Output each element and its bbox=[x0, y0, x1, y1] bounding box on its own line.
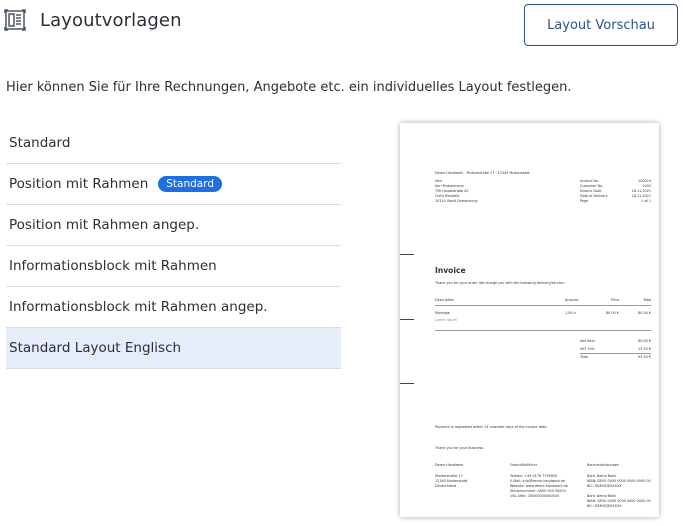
recipient-line: Karl Mustermann bbox=[435, 184, 464, 188]
footer-line: IBAN: DE00 0000 0000 0000 0000 00 bbox=[587, 499, 651, 503]
footer-line: BIC: DEMODEXXXXX bbox=[587, 504, 622, 508]
page-header: Layoutvorlagen bbox=[4, 6, 182, 34]
thanks-text: Thank you for your business. bbox=[435, 446, 485, 450]
footer-line: IBAN: DE00 0000 0000 0000 0000 00 bbox=[587, 479, 651, 483]
sum-divider bbox=[580, 353, 651, 354]
info-label: Page bbox=[580, 199, 589, 203]
template-label: Standard bbox=[9, 135, 71, 151]
footer-line: Website: www.demo-handwerk.de bbox=[510, 484, 568, 488]
sum-value: 80,00 € bbox=[638, 339, 651, 343]
page-title: Layoutvorlagen bbox=[40, 9, 182, 31]
footer-line: Musterstraße 17 bbox=[435, 474, 463, 478]
template-label: Position mit Rahmen angep. bbox=[9, 217, 200, 233]
sum-label: Total bbox=[580, 355, 588, 359]
sum-label: Net total bbox=[580, 339, 595, 343]
payment-terms: Payment is requested within 14 calendar … bbox=[435, 425, 548, 429]
fold-mark bbox=[400, 383, 414, 384]
fold-mark bbox=[400, 254, 414, 255]
info-value: 1 of 1 bbox=[641, 199, 651, 203]
info-label: Invoice No. bbox=[580, 179, 599, 183]
sum-value: 95,20 € bbox=[638, 355, 651, 359]
template-item-informationsblock-mit-rahmen-angep[interactable]: Informationsblock mit Rahmen angep. bbox=[6, 287, 341, 328]
preview-page: Demo Handwerk · Musterstraße 17 · 12345 … bbox=[400, 123, 659, 517]
template-item-informationsblock-mit-rahmen[interactable]: Informationsblock mit Rahmen bbox=[6, 246, 341, 287]
page-description: Hier können Sie für Ihre Rechnungen, Ang… bbox=[6, 80, 572, 95]
info-label: Customer No. bbox=[580, 184, 604, 188]
recipient-line: TMI Hauptstraße 40 bbox=[435, 189, 469, 193]
table-cell-sub: Lorem ipsum bbox=[435, 318, 458, 322]
column-header: Amount bbox=[565, 298, 579, 302]
template-item-position-mit-rahmen-angep[interactable]: Position mit Rahmen angep. bbox=[6, 205, 341, 246]
column-header: Description bbox=[435, 298, 455, 302]
footer-line: 12345 Musterstadt bbox=[435, 479, 468, 483]
table-divider bbox=[435, 330, 651, 331]
info-value: 1002 bbox=[642, 184, 651, 188]
sender-line: Demo Handwerk · Musterstraße 17 · 12345 … bbox=[435, 171, 530, 175]
sum-value: 15,20 € bbox=[638, 347, 651, 351]
footer-line: Deutschland bbox=[435, 484, 457, 488]
fold-mark bbox=[400, 319, 414, 320]
footer-line: Telefon: +49 0176 7799000 bbox=[510, 474, 558, 478]
footer-line: Steuernummer: 0000 000 00000 bbox=[510, 489, 566, 493]
template-label: Standard Layout Englisch bbox=[9, 340, 182, 356]
footer-line: Bankverbindungen bbox=[587, 463, 620, 467]
footer-line: BIC: DEMODEXXXXX bbox=[587, 484, 622, 488]
template-item-standard[interactable]: Standard bbox=[6, 123, 341, 164]
footer-line: USt.-IdNr.: DE000000000000 bbox=[510, 494, 559, 498]
info-label: Date of Delivery bbox=[580, 194, 608, 198]
template-item-position-mit-rahmen[interactable]: Position mit Rahmen Standard bbox=[6, 164, 341, 205]
recipient-line: Cleta Mandela bbox=[435, 194, 460, 198]
layout-preview-button[interactable]: Layout Vorschau bbox=[524, 4, 678, 46]
info-label: Invoice Date bbox=[580, 189, 602, 193]
info-value: 18.11.2021 bbox=[631, 189, 651, 193]
table-cell: 80,00 € bbox=[606, 311, 619, 315]
table-divider bbox=[435, 305, 651, 306]
invoice-title: Invoice bbox=[435, 266, 466, 275]
footer-line: Demo Handwerk bbox=[435, 463, 464, 467]
column-header: Total bbox=[643, 298, 651, 302]
table-cell: Montage bbox=[435, 311, 450, 315]
layout-template-icon bbox=[4, 9, 26, 31]
column-header: Price bbox=[611, 298, 620, 302]
table-cell: 80,00 € bbox=[638, 311, 651, 315]
template-item-standard-layout-englisch[interactable]: Standard Layout Englisch bbox=[6, 328, 341, 369]
footer-line: Bank Demo Bank bbox=[587, 474, 617, 478]
footer-line: Bank Demo Bank bbox=[587, 494, 617, 498]
info-value: 100024 bbox=[638, 179, 651, 183]
layout-preview: Demo Handwerk · Musterstraße 17 · 12345 … bbox=[400, 123, 659, 517]
table-cell: 1,00 h bbox=[565, 311, 576, 315]
template-list: Standard Position mit Rahmen Standard Po… bbox=[6, 123, 341, 369]
footer-line: Geschäftsführer bbox=[510, 463, 538, 467]
recipient-line: 10114 Stadt Gemachung bbox=[435, 199, 478, 203]
template-label: Position mit Rahmen bbox=[9, 176, 149, 192]
footer-line: E-Mail: info@demo-handwerk.de bbox=[510, 479, 566, 483]
template-label: Informationsblock mit Rahmen angep. bbox=[9, 299, 268, 315]
recipient-line: Herr bbox=[435, 179, 443, 183]
invoice-intro: Thank you for your order. We charge you … bbox=[435, 281, 565, 285]
template-label: Informationsblock mit Rahmen bbox=[9, 258, 217, 274]
default-badge: Standard bbox=[158, 176, 223, 192]
info-value: 18.11.2021 bbox=[631, 194, 651, 198]
sum-label: VAT 19% bbox=[580, 347, 595, 351]
